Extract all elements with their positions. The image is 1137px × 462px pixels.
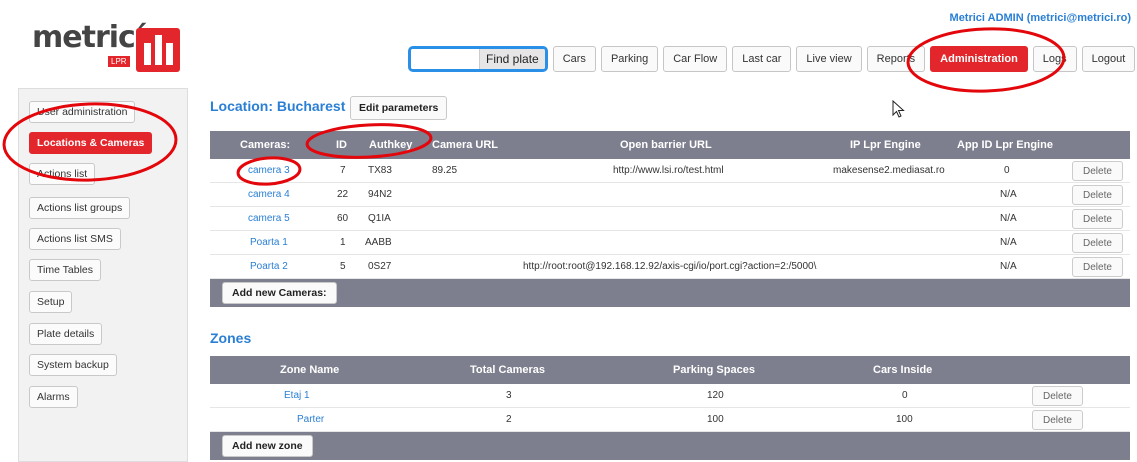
edit-parameters-button[interactable]: Edit parameters xyxy=(350,96,448,120)
camera-link[interactable]: camera 3 xyxy=(248,165,290,176)
app-id: N/A xyxy=(1000,189,1017,200)
add-camera-button[interactable]: Add new Cameras: xyxy=(222,282,337,304)
sidebar-item-actions-list[interactable]: Actions list xyxy=(29,163,96,185)
col-cars-inside: Cars Inside xyxy=(873,364,933,376)
logo-lpr-tag: LPR xyxy=(108,56,130,67)
camera-id: 22 xyxy=(337,189,349,200)
delete-button[interactable]: Delete xyxy=(1072,257,1123,277)
nav-last-car[interactable]: Last car xyxy=(732,46,792,72)
sidebar-item-time-tables[interactable]: Time Tables xyxy=(29,259,102,281)
table-row: camera 3 7 TX83 89.25 http://www.lsi.ro/… xyxy=(210,159,1130,183)
zone-link[interactable]: Etaj 1 xyxy=(284,390,310,401)
camera-authkey: 94N2 xyxy=(368,189,392,200)
zone-cars-inside: 100 xyxy=(896,414,913,425)
camera-link[interactable]: camera 5 xyxy=(248,213,290,224)
table-row: Parter 2 100 100 Delete xyxy=(210,408,1130,432)
col-zone-name: Zone Name xyxy=(280,364,340,376)
zones-table: Zone Name Total Cameras Parking Spaces C… xyxy=(210,356,1130,460)
col-id: ID xyxy=(336,139,347,151)
sidebar-item-alarms[interactable]: Alarms xyxy=(29,386,78,408)
zones-table-footer: Add new zone xyxy=(210,432,1130,460)
table-row: Etaj 1 3 120 0 Delete xyxy=(210,384,1130,408)
camera-authkey: TX83 xyxy=(368,165,392,176)
zone-link[interactable]: Parter xyxy=(297,414,324,425)
col-total-cameras: Total Cameras xyxy=(470,364,545,376)
col-parking-spaces: Parking Spaces xyxy=(673,364,755,376)
col-app-id-lpr-engine: App ID Lpr Engine xyxy=(957,139,1053,151)
plate-search-input[interactable] xyxy=(411,49,479,69)
sidebar-item-user-administration[interactable]: User administration xyxy=(29,101,136,123)
app-id: 0 xyxy=(1004,165,1010,176)
camera-authkey: AABB xyxy=(365,237,392,248)
sidebar-item-actions-list-groups[interactable]: Actions list groups xyxy=(29,197,131,219)
col-cameras: Cameras: xyxy=(240,139,291,151)
delete-button[interactable]: Delete xyxy=(1072,233,1123,253)
camera-authkey: Q1IA xyxy=(368,213,391,224)
app-id: N/A xyxy=(1000,237,1017,248)
location-title: Location: Bucharest xyxy=(210,98,346,114)
find-plate-button[interactable]: Find plate xyxy=(479,49,545,69)
nav-administration[interactable]: Administration xyxy=(930,46,1028,72)
barrier-url: http://root:root@192.168.12.92/axis-cgi/… xyxy=(523,261,817,272)
nav-live-view[interactable]: Live view xyxy=(796,46,862,72)
camera-link[interactable]: Poarta 2 xyxy=(250,261,288,272)
zone-parking-spaces: 100 xyxy=(707,414,724,425)
logo-text: metricí xyxy=(32,20,145,55)
zones-table-header: Zone Name Total Cameras Parking Spaces C… xyxy=(210,356,1130,384)
cameras-table: Cameras: ID Authkey Camera URL Open barr… xyxy=(210,131,1130,307)
zone-cars-inside: 0 xyxy=(902,390,908,401)
camera-id: 60 xyxy=(337,213,349,224)
table-row: camera 5 60 Q1IA N/A Delete xyxy=(210,207,1130,231)
nav-reports[interactable]: Reports xyxy=(866,46,926,72)
camera-id: 7 xyxy=(340,165,346,176)
sidebar-item-setup[interactable]: Setup xyxy=(29,291,73,313)
camera-link[interactable]: Poarta 1 xyxy=(250,237,288,248)
barrier-url: http://www.lsi.ro/test.html xyxy=(613,165,724,176)
col-open-barrier-url: Open barrier URL xyxy=(620,139,712,151)
sidebar-item-locations-cameras[interactable]: Locations & Cameras xyxy=(29,132,153,154)
zone-total-cameras: 3 xyxy=(506,390,512,401)
sidebar-item-actions-list-sms[interactable]: Actions list SMS xyxy=(29,228,121,250)
nav-parking[interactable]: Parking xyxy=(600,46,659,72)
user-account-link[interactable]: Metrici ADMIN (metrici@metrici.ro) xyxy=(950,12,1131,24)
delete-button[interactable]: Delete xyxy=(1032,410,1083,430)
add-zone-button[interactable]: Add new zone xyxy=(222,435,313,457)
camera-url: 89.25 xyxy=(432,165,458,176)
nav-car-flow[interactable]: Car Flow xyxy=(663,46,728,72)
admin-sidebar: User administration Locations & Cameras … xyxy=(18,88,188,462)
delete-button[interactable]: Delete xyxy=(1032,386,1083,406)
camera-link[interactable]: camera 4 xyxy=(248,189,290,200)
delete-button[interactable]: Delete xyxy=(1072,161,1123,181)
col-camera-url: Camera URL xyxy=(432,139,499,151)
sidebar-item-system-backup[interactable]: System backup xyxy=(29,354,117,376)
table-row: camera 4 22 94N2 N/A Delete xyxy=(210,183,1130,207)
camera-id: 1 xyxy=(340,237,346,248)
col-ip-lpr-engine: IP Lpr Engine xyxy=(850,139,921,151)
app-id: N/A xyxy=(1000,213,1017,224)
table-row: Poarta 2 5 0S27 http://root:root@192.168… xyxy=(210,255,1130,279)
delete-button[interactable]: Delete xyxy=(1072,209,1123,229)
logo-mark-icon xyxy=(136,28,180,72)
mouse-cursor-icon xyxy=(892,100,905,118)
ip-lpr-engine: makesense2.mediasat.ro xyxy=(833,165,945,176)
nav-logout[interactable]: Logout xyxy=(1081,46,1136,72)
camera-authkey: 0S27 xyxy=(368,261,392,272)
table-row: Poarta 1 1 AABB N/A Delete xyxy=(210,231,1130,255)
nav-logs[interactable]: Logs xyxy=(1032,46,1077,72)
zone-total-cameras: 2 xyxy=(506,414,512,425)
zones-title: Zones xyxy=(210,330,252,346)
camera-id: 5 xyxy=(340,261,346,272)
plate-search: Find plate xyxy=(408,46,548,72)
col-authkey: Authkey xyxy=(369,139,413,151)
app-id: N/A xyxy=(1000,261,1017,272)
zone-parking-spaces: 120 xyxy=(707,390,724,401)
top-navigation: Find plate Cars Parking Car Flow Last ca… xyxy=(408,46,1136,72)
sidebar-item-plate-details[interactable]: Plate details xyxy=(29,323,103,345)
delete-button[interactable]: Delete xyxy=(1072,185,1123,205)
cameras-table-header: Cameras: ID Authkey Camera URL Open barr… xyxy=(210,131,1130,159)
brand-logo: metricí LPR xyxy=(32,18,182,74)
nav-cars[interactable]: Cars xyxy=(552,46,596,72)
cameras-table-footer: Add new Cameras: xyxy=(210,279,1130,307)
